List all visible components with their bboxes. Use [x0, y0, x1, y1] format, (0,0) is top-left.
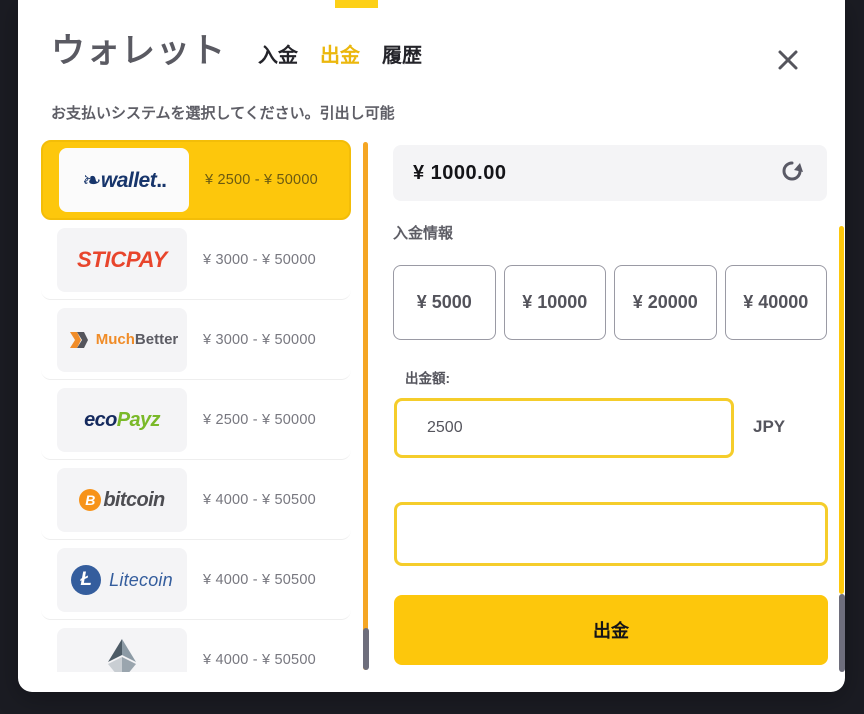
amount-range: ¥ 4000 - ¥ 50500 [203, 491, 316, 508]
close-icon [777, 49, 799, 71]
litecoin-logo: Ł Litecoin [57, 547, 187, 612]
amount-range: ¥ 2500 - ¥ 50000 [205, 172, 318, 188]
iwallet-logo: ❧ wallet.. [59, 148, 189, 212]
withdraw-panel-scrollbar-track[interactable] [839, 226, 844, 594]
amount-range: ¥ 2500 - ¥ 50000 [203, 411, 316, 428]
payment-method-litecoin[interactable]: Ł Litecoin ¥ 4000 - ¥ 50500 [41, 540, 351, 620]
payment-method-sticpay[interactable]: STICPAY ¥ 3000 - ¥ 50000 [41, 220, 351, 300]
ethereum-logo [57, 627, 187, 672]
balance-amount: ¥ 1000.00 [413, 162, 507, 184]
sticpay-logo: STICPAY [57, 227, 187, 292]
ecopayz-logo: eco Payz [57, 387, 187, 452]
bitcoin-mark-icon: B [79, 488, 102, 511]
withdraw-panel: ¥ 1000.00 入金情報 ¥ 5000 ¥ 10000 ¥ 20000 ¥ … [375, 140, 828, 672]
withdraw-amount-input[interactable] [394, 398, 734, 458]
withdraw-submit-button[interactable]: 出金 [394, 595, 828, 665]
bitcoin-logo: Bbitcoin [57, 467, 187, 532]
page-background: ウォレット 入金 出金 履歴 お支払いシステムを選択してください。引出し可能 ❧… [0, 0, 864, 714]
payment-method-muchbetter[interactable]: Much Better ¥ 3000 - ¥ 50000 [41, 300, 351, 380]
withdraw-destination-input[interactable] [394, 502, 828, 566]
amount-range: ¥ 3000 - ¥ 50000 [203, 251, 316, 268]
amount-range: ¥ 3000 - ¥ 50000 [203, 331, 316, 348]
balance-bar: ¥ 1000.00 [393, 145, 827, 201]
withdraw-amount-label: 出金額: [405, 371, 450, 386]
litecoin-mark-icon: Ł [71, 564, 102, 595]
close-button[interactable] [770, 42, 806, 78]
page-title: ウォレット [51, 32, 226, 70]
payment-method-ethereum[interactable]: ¥ 4000 - ¥ 50500 [41, 620, 351, 672]
payment-method-iwallet[interactable]: ❧ wallet.. ¥ 2500 - ¥ 50000 [41, 140, 351, 220]
deposit-info-label: 入金情報 [393, 225, 454, 242]
wallet-modal: ウォレット 入金 出金 履歴 お支払いシステムを選択してください。引出し可能 ❧… [18, 0, 845, 692]
currency-label: JPY [753, 417, 786, 436]
quick-amount-10000[interactable]: ¥ 10000 [503, 265, 606, 340]
tab-withdraw[interactable]: 出金 [320, 46, 360, 66]
amount-range: ¥ 4000 - ¥ 50500 [203, 571, 316, 588]
withdraw-panel-scrollbar-thumb[interactable] [839, 594, 845, 672]
quick-amount-5000[interactable]: ¥ 5000 [393, 265, 496, 340]
refresh-button[interactable] [779, 158, 805, 189]
quick-amount-40000[interactable]: ¥ 40000 [724, 265, 827, 340]
tab-bar: 入金 出金 履歴 [258, 46, 422, 66]
payment-list-scrollbar-track[interactable] [363, 142, 368, 670]
ethereum-mark-icon [108, 638, 136, 672]
modal-header: ウォレット 入金 出金 履歴 [18, 0, 845, 100]
refresh-icon [779, 158, 805, 189]
quick-amount-20000[interactable]: ¥ 20000 [614, 265, 717, 340]
payment-method-list[interactable]: ❧ wallet.. ¥ 2500 - ¥ 50000 STICPAY ¥ 300… [41, 140, 351, 672]
quick-amount-buttons: ¥ 5000 ¥ 10000 ¥ 20000 ¥ 40000 [393, 265, 827, 340]
tab-history[interactable]: 履歴 [382, 46, 422, 66]
muchbetter-mark-icon [69, 331, 88, 348]
payment-method-ecopayz[interactable]: eco Payz ¥ 2500 - ¥ 50000 [41, 380, 351, 460]
payment-method-bitcoin[interactable]: Bbitcoin ¥ 4000 - ¥ 50500 [41, 460, 351, 540]
tab-deposit[interactable]: 入金 [258, 46, 298, 66]
payment-list-scrollbar-thumb[interactable] [363, 628, 369, 670]
amount-range: ¥ 4000 - ¥ 50500 [203, 651, 316, 668]
muchbetter-logo: Much Better [57, 307, 187, 372]
instruction-text: お支払いシステムを選択してください。引出し可能 [51, 105, 395, 122]
